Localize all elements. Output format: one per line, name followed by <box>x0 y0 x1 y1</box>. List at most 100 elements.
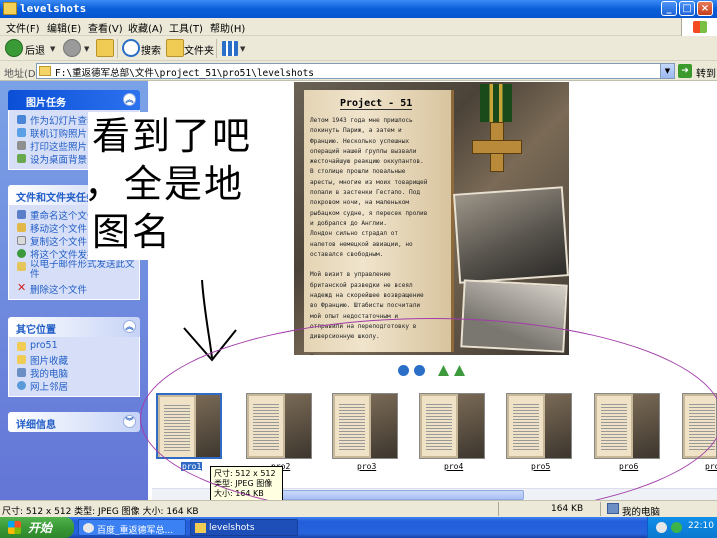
taskbar-item-baidu[interactable]: 百度_重返德军总... <box>78 519 186 536</box>
folders-button[interactable]: 文件夹 <box>184 42 214 57</box>
collapse-chevron-icon[interactable]: ︽ <box>123 93 136 106</box>
task-label: 以电子邮件形式发送此文件 <box>30 260 135 280</box>
address-path: F:\重返德军总部\文件\project_51\pro51\levelshots <box>55 68 315 79</box>
forward-arrow-icon[interactable] <box>63 39 81 57</box>
menu-bar: 文件(F) 编辑(E) 查看(V) 收藏(A) 工具(T) 帮助(H) <box>0 18 717 36</box>
annotation-line: 图名 <box>92 210 173 254</box>
task-label: 设为桌面背景 <box>30 155 88 165</box>
other-places-header[interactable]: 其它位置 ︽ <box>8 317 140 337</box>
place-label: pro51 <box>30 340 58 351</box>
task-label: 删除这个文件 <box>30 285 88 295</box>
place-network[interactable]: 网上邻居 <box>17 379 139 392</box>
views-dropdown-icon[interactable]: ▼ <box>240 45 245 53</box>
thumbnail-label[interactable]: pro7 <box>705 462 717 471</box>
toolbar-separator <box>117 39 118 58</box>
status-separator <box>600 502 601 516</box>
views-icon[interactable] <box>222 41 238 56</box>
computer-icon <box>607 503 619 514</box>
task-label: 打印这些照片 <box>30 142 88 152</box>
task-label: 重命名这个文件 <box>30 211 97 221</box>
status-file-info: 尺寸: 512 x 512 类型: JPEG 图像 大小: 164 KB <box>2 507 199 517</box>
task-email[interactable]: 以电子邮件形式发送此文件 <box>17 260 139 282</box>
details-title: 详细信息 <box>16 420 56 431</box>
network-icon <box>17 381 26 390</box>
start-button[interactable]: 开始 <box>0 517 74 538</box>
close-button[interactable]: × <box>697 1 713 16</box>
email-icon <box>17 262 26 271</box>
pictures-folder-icon <box>17 355 26 364</box>
preview-title: Project - 51 <box>340 98 413 110</box>
place-label: 网上邻居 <box>30 382 69 392</box>
maximize-button[interactable]: □ <box>679 1 695 16</box>
menu-favorites[interactable]: 收藏(A) <box>128 20 163 35</box>
status-size: 164 KB <box>551 504 584 514</box>
status-bar: 尺寸: 512 x 512 类型: JPEG 图像 大小: 164 KB 164… <box>0 500 717 518</box>
address-dropdown-icon[interactable]: ▼ <box>660 64 674 78</box>
tray-app-icon[interactable] <box>656 522 667 533</box>
printer-icon <box>17 141 26 150</box>
ie-icon <box>83 523 94 533</box>
globe-icon <box>17 249 26 258</box>
taskbar: 开始 百度_重返德军总... levelshots 22:10 <box>0 517 717 538</box>
go-button[interactable]: 转到 <box>696 65 716 80</box>
address-bar: 地址(D) F:\重返德军总部\文件\project_51\pro51\leve… <box>0 61 717 81</box>
copy-icon <box>17 236 26 245</box>
address-label: 地址(D) <box>4 69 40 80</box>
medal-cross-icon <box>472 122 522 172</box>
taskbar-item-levelshots[interactable]: levelshots <box>190 519 298 536</box>
place-my-pictures[interactable]: 图片收藏 <box>17 353 139 366</box>
task-label: 作为幻灯片查看 <box>30 116 97 126</box>
taskbar-item-label: levelshots <box>209 523 255 533</box>
annotation-ellipse <box>140 318 717 518</box>
computer-icon <box>17 368 26 377</box>
minimize-button[interactable]: _ <box>661 1 677 16</box>
details-header[interactable]: 详细信息 ︾ <box>8 412 140 432</box>
other-places-title: 其它位置 <box>16 325 56 336</box>
status-zone: 我的电脑 <box>622 507 661 518</box>
up-folder-icon[interactable] <box>96 39 114 57</box>
taskbar-item-label: 百度_重返德军总... <box>97 526 174 536</box>
menu-tools[interactable]: 工具(T) <box>169 20 203 35</box>
place-my-computer[interactable]: 我的电脑 <box>17 366 139 379</box>
folder-icon <box>195 523 206 533</box>
back-arrow-icon[interactable] <box>5 39 23 57</box>
collapse-chevron-icon[interactable]: ︽ <box>123 320 136 333</box>
expand-chevron-icon[interactable]: ︾ <box>123 415 136 428</box>
place-label: 图片收藏 <box>30 356 69 366</box>
start-label: 开始 <box>28 521 53 535</box>
medal-ribbon <box>480 84 512 122</box>
menu-help[interactable]: 帮助(H) <box>210 20 245 35</box>
other-places-panel: 其它位置 ︽ pro51 图片收藏 我的电脑 网上邻居 <box>8 317 140 397</box>
status-separator <box>498 502 499 516</box>
toolbar-separator <box>216 39 217 58</box>
move-icon <box>17 223 26 232</box>
place-pro51[interactable]: pro51 <box>17 340 139 353</box>
preview-image: Project - 51 Летом 1943 года мне пришлос… <box>294 82 569 355</box>
forward-dropdown-icon[interactable]: ▼ <box>84 45 89 53</box>
place-label: 我的电脑 <box>30 369 69 379</box>
task-label: 联机订购照片 <box>30 129 88 139</box>
go-arrow-icon[interactable]: ➜ <box>678 64 692 78</box>
window-title: levelshots <box>20 2 87 15</box>
search-button[interactable]: 搜索 <box>141 42 161 57</box>
tray-network-icon[interactable] <box>671 522 682 533</box>
slideshow-icon <box>17 115 26 124</box>
back-dropdown-icon[interactable]: ▼ <box>50 45 55 53</box>
search-icon[interactable] <box>122 39 140 57</box>
task-label: 移动这个文件 <box>30 224 88 234</box>
back-button[interactable]: 后退 <box>25 42 45 57</box>
menu-file[interactable]: 文件(F) <box>6 20 40 35</box>
title-bar[interactable]: levelshots _ □ × <box>0 0 717 18</box>
annotation-note: 看到了吧 ，全是地 图名 <box>84 112 268 260</box>
menu-edit[interactable]: 编辑(E) <box>47 20 81 35</box>
picture-tasks-header[interactable]: 图片任务 ︽ <box>8 90 140 110</box>
task-label: 复制这个文件 <box>30 237 88 247</box>
menu-view[interactable]: 查看(V) <box>88 20 123 35</box>
other-places-body: pro51 图片收藏 我的电脑 网上邻居 <box>8 337 140 397</box>
annotation-line: ，全是地 <box>84 162 245 206</box>
folders-icon[interactable] <box>166 39 184 57</box>
task-delete[interactable]: ✕ 删除这个文件 <box>17 282 139 295</box>
delete-x-icon: ✕ <box>17 282 27 294</box>
soldier-photo <box>452 186 569 284</box>
address-input[interactable]: F:\重返德军总部\文件\project_51\pro51\levelshots… <box>36 63 675 79</box>
